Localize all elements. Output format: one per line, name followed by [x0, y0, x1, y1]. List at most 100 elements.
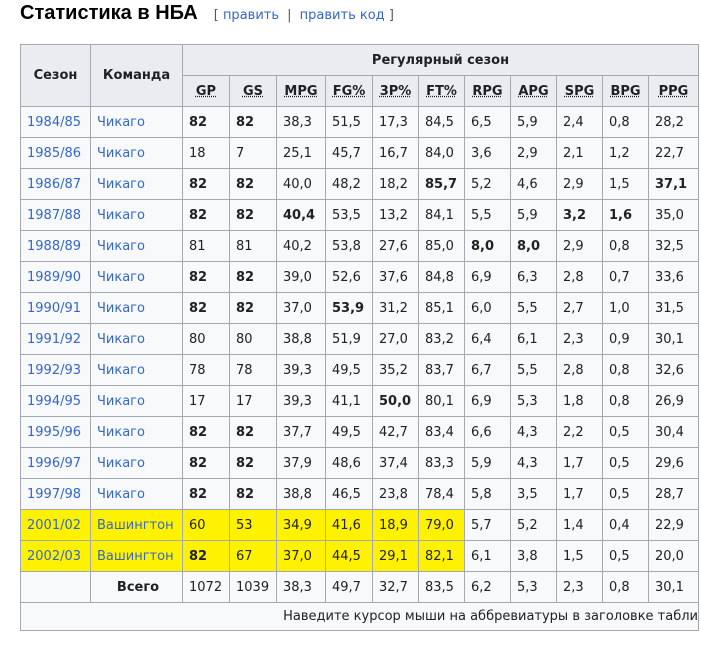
team-link[interactable]: Вашингтон: [97, 518, 174, 533]
season-cell: 1991/92: [20, 323, 91, 355]
team-link[interactable]: Чикаго: [97, 239, 145, 254]
header-stat[interactable]: APG: [510, 75, 557, 107]
header-stat[interactable]: MPG: [276, 75, 326, 107]
stat-cell: 44,5: [325, 540, 373, 572]
team-link[interactable]: Чикаго: [97, 301, 145, 316]
header-stat[interactable]: BPG: [602, 75, 649, 107]
table-row: 1990/91 Чикаго 82 82 37,0 53,9 31,2 85,1 6,0 5,5 2…: [20, 292, 699, 324]
header-regular-season: Регулярный сезон: [182, 44, 699, 76]
stat-cell: 84,0: [418, 137, 465, 169]
season-link[interactable]: 1992/93: [27, 363, 81, 378]
stat-cell: 25,1: [276, 137, 326, 169]
stat-cell: 1,6: [602, 199, 649, 231]
stat-cell: 80: [229, 323, 277, 355]
edit-link[interactable]: править: [223, 8, 279, 23]
team-link[interactable]: Чикаго: [97, 332, 145, 347]
section-heading: Статистика в НБА [ править | править код…: [20, 2, 394, 36]
stat-cell: 83,3: [418, 447, 465, 479]
stat-cell: 6,5: [464, 106, 511, 138]
season-link[interactable]: 1994/95: [27, 394, 81, 409]
header-stat[interactable]: FT%: [418, 75, 465, 107]
team-link[interactable]: Вашингтон: [97, 549, 174, 564]
stat-cell: 81: [229, 230, 277, 262]
stat-cell: 82: [182, 292, 230, 324]
stat-cell: 2,8: [556, 261, 603, 293]
team-cell: Вашингтон: [90, 540, 183, 572]
header-stat[interactable]: SPG: [556, 75, 603, 107]
team-link[interactable]: Чикаго: [97, 115, 145, 130]
stat-cell: 8,0: [464, 230, 511, 262]
header-stat[interactable]: GP: [182, 75, 230, 107]
season-cell: 1989/90: [20, 261, 91, 293]
season-link[interactable]: 1987/88: [27, 208, 81, 223]
season-link[interactable]: 1988/89: [27, 239, 81, 254]
header-stat[interactable]: PPG: [648, 75, 699, 107]
stat-cell: 2,9: [556, 168, 603, 200]
stat-cell: 50,0: [372, 385, 419, 417]
stat-cell: 82: [229, 478, 277, 510]
header-season[interactable]: Сезон: [20, 44, 91, 107]
header-stat[interactable]: 3P%: [372, 75, 419, 107]
stat-cell: 39,3: [276, 354, 326, 386]
season-link[interactable]: 1995/96: [27, 425, 81, 440]
stat-cell: 5,9: [464, 447, 511, 479]
season-link[interactable]: 1985/86: [27, 146, 81, 161]
stat-cell: 37,9: [276, 447, 326, 479]
edit-separator: |: [287, 8, 292, 23]
stat-cell: 83,4: [418, 416, 465, 448]
header-stat[interactable]: RPG: [464, 75, 511, 107]
stat-cell: 30,4: [648, 416, 699, 448]
team-link[interactable]: Чикаго: [97, 177, 145, 192]
season-link[interactable]: 1989/90: [27, 270, 81, 285]
header-stat[interactable]: GS: [229, 75, 277, 107]
stat-cell: 37,4: [372, 447, 419, 479]
stat-cell: 46,5: [325, 478, 373, 510]
team-link[interactable]: Чикаго: [97, 425, 145, 440]
stat-cell: 49,5: [325, 416, 373, 448]
team-link[interactable]: Чикаго: [97, 456, 145, 471]
season-link[interactable]: 1991/92: [27, 332, 81, 347]
stat-cell: 6,1: [510, 323, 557, 355]
nba-stats-table: Сезон Команда Регулярный сезон GP GS MPG FG…: [20, 44, 699, 631]
stat-cell: 6,9: [464, 385, 511, 417]
section-title: Статистика в НБА: [20, 2, 198, 24]
season-link[interactable]: 2002/03: [27, 549, 81, 564]
season-link[interactable]: 1990/91: [27, 301, 81, 316]
stat-cell: 18: [182, 137, 230, 169]
stat-cell: 51,5: [325, 106, 373, 138]
stat-cell: 37,0: [276, 540, 326, 572]
season-link[interactable]: 2001/02: [27, 518, 81, 533]
season-link[interactable]: 1984/85: [27, 115, 81, 130]
stat-cell: 0,8: [602, 106, 649, 138]
table-row: 1995/96 Чикаго 82 82 37,7 49,5 42,7 83,4 6,6 4,3 2…: [20, 416, 699, 448]
header-team[interactable]: Команда: [90, 44, 183, 107]
stat-cell: 6,3: [510, 261, 557, 293]
header-stat[interactable]: FG%: [325, 75, 373, 107]
team-link[interactable]: Чикаго: [97, 394, 145, 409]
season-link[interactable]: 1996/97: [27, 456, 81, 471]
season-link[interactable]: 1986/87: [27, 177, 81, 192]
team-link[interactable]: Чикаго: [97, 363, 145, 378]
team-link[interactable]: Чикаго: [97, 487, 145, 502]
season-link[interactable]: 1997/98: [27, 487, 81, 502]
total-stat-cell: 2,3: [556, 571, 603, 603]
stat-cell: 79,0: [418, 509, 465, 541]
team-link[interactable]: Чикаго: [97, 208, 145, 223]
stat-cell: 13,2: [372, 199, 419, 231]
total-stat-cell: 0,8: [602, 571, 649, 603]
stat-cell: 38,8: [276, 323, 326, 355]
team-cell: Чикаго: [90, 385, 183, 417]
stat-cell: 81: [182, 230, 230, 262]
team-link[interactable]: Чикаго: [97, 270, 145, 285]
stat-cell: 82: [182, 540, 230, 572]
team-link[interactable]: Чикаго: [97, 146, 145, 161]
table-row: 1996/97 Чикаго 82 82 37,9 48,6 37,4 83,3 5,9 4,3 1…: [20, 447, 699, 479]
stat-cell: 28,2: [648, 106, 699, 138]
stat-cell: 18,9: [372, 509, 419, 541]
stat-cell: 1,4: [556, 509, 603, 541]
edit-code-link[interactable]: править код: [300, 8, 385, 23]
team-cell: Чикаго: [90, 354, 183, 386]
stat-cell: 80,1: [418, 385, 465, 417]
stat-cell: 37,1: [648, 168, 699, 200]
stat-cell: 5,2: [464, 168, 511, 200]
